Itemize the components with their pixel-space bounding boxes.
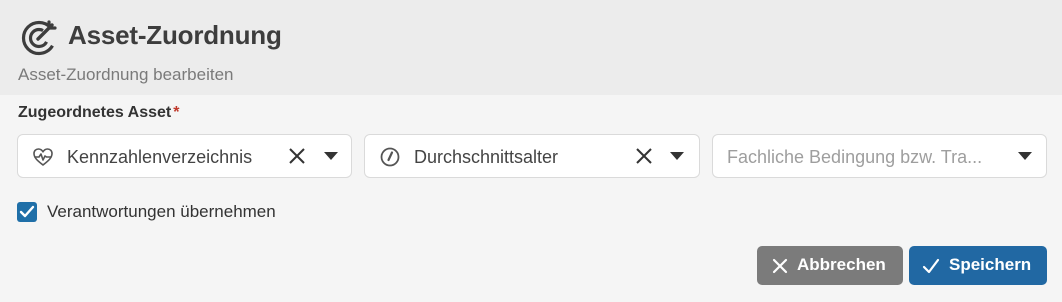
asset-select-value: Kennzahlenverzeichnis	[67, 147, 253, 167]
asset-select-durchschnittsalter[interactable]: Durchschnittsalter	[364, 134, 700, 178]
clear-icon[interactable]	[286, 145, 308, 167]
close-icon	[772, 258, 788, 274]
asset-select-placeholder: Fachliche Bedingung bzw. Tra...	[727, 147, 983, 167]
dialog-title: Asset-Zuordnung	[68, 20, 282, 50]
chevron-down-icon[interactable]	[324, 151, 338, 161]
dialog-header: Asset-Zuordnung Asset-Zuordnung bearbeit…	[0, 0, 1062, 95]
cancel-button[interactable]: Abbrechen	[757, 246, 903, 285]
asset-select-condition[interactable]: Fachliche Bedingung bzw. Tra...	[712, 134, 1047, 178]
checkmark-icon	[19, 205, 35, 218]
dialog-subtitle: Asset-Zuordnung bearbeiten	[18, 65, 234, 84]
target-arrow-icon	[21, 20, 57, 56]
assigned-asset-label-text: Zugeordnetes Asset	[18, 104, 172, 121]
clear-icon[interactable]	[633, 145, 655, 167]
asset-select-kennzahlen[interactable]: Kennzahlenverzeichnis	[17, 134, 352, 178]
save-button-label: Speichern	[949, 255, 1032, 274]
save-button[interactable]: Speichern	[909, 246, 1047, 285]
chevron-down-icon[interactable]	[1018, 151, 1032, 161]
required-marker: *	[173, 104, 180, 121]
check-icon	[922, 258, 940, 274]
cancel-button-label: Abbrechen	[797, 255, 886, 274]
asset-select-value: Durchschnittsalter	[414, 147, 559, 167]
chevron-down-icon[interactable]	[670, 151, 684, 161]
gauge-icon	[380, 147, 400, 167]
assigned-asset-label: Zugeordnetes Asset *	[18, 104, 179, 122]
take-over-responsibilities-checkbox[interactable]	[17, 202, 37, 222]
take-over-responsibilities-label: Verantwortungen übernehmen	[47, 202, 276, 221]
heart-pulse-icon	[33, 148, 53, 166]
